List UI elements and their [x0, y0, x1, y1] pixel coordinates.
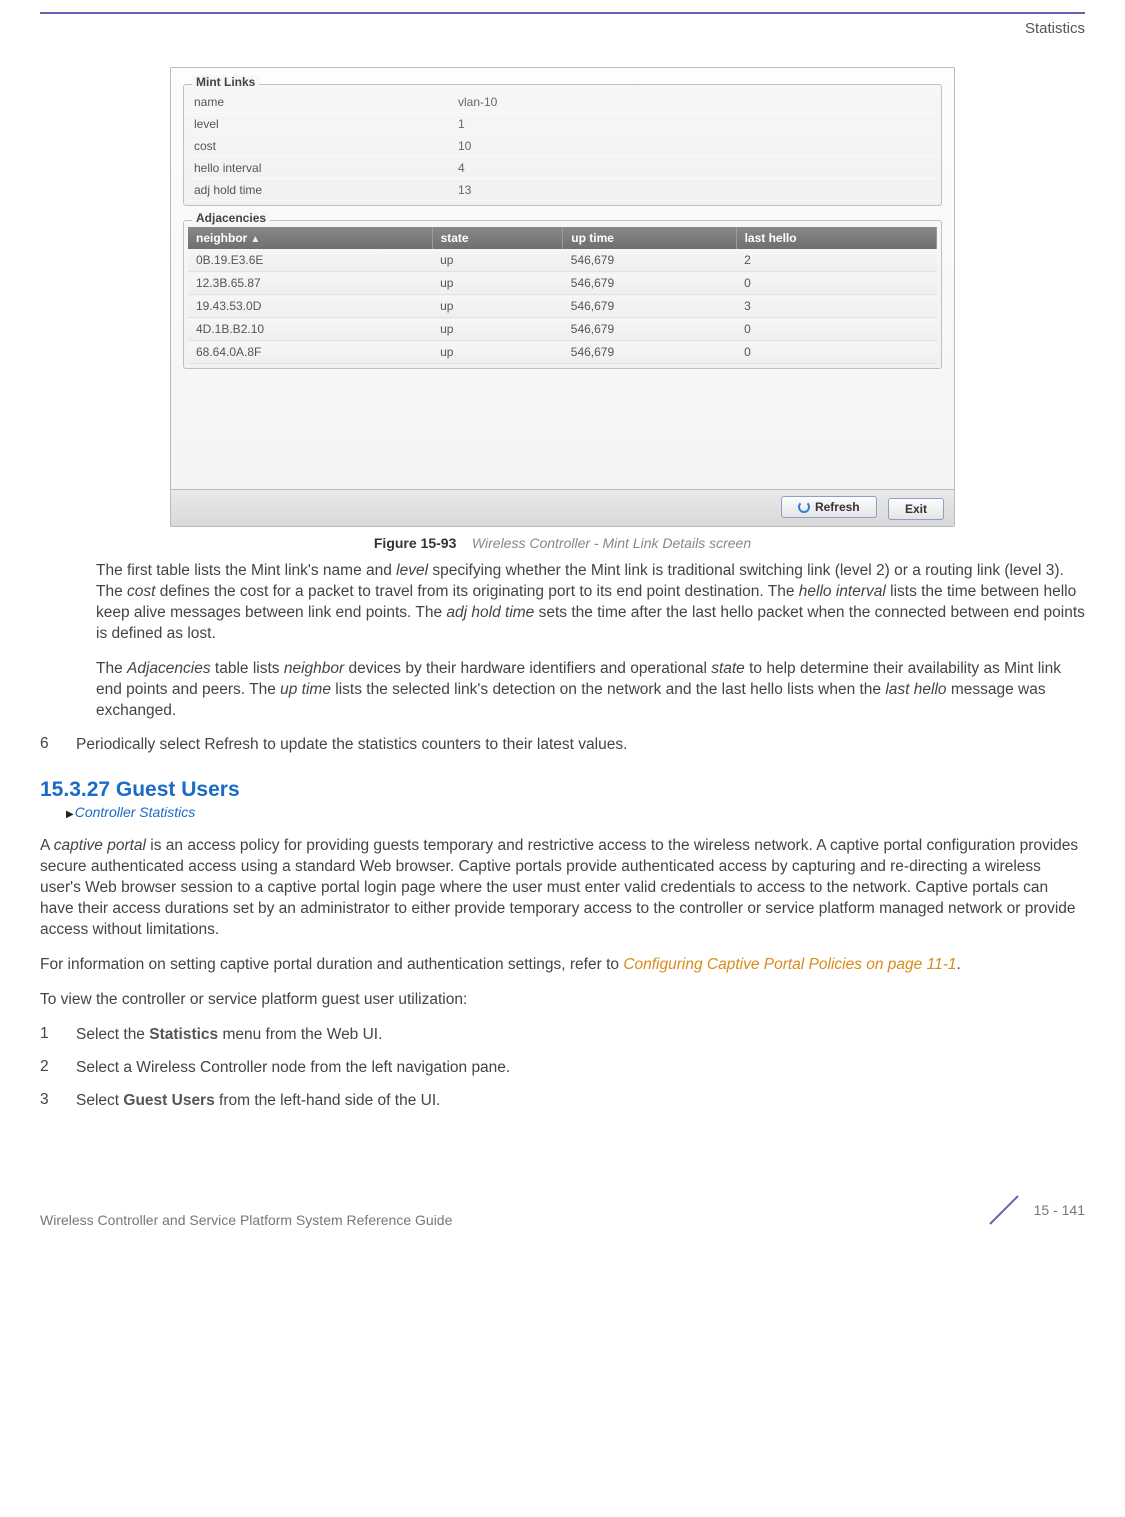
- cell-uptime: 546,679: [563, 341, 736, 364]
- refresh-button-label: Refresh: [815, 500, 860, 514]
- cell-lasthello: 2: [736, 249, 936, 272]
- mint-row: namevlan-10: [188, 91, 937, 113]
- breadcrumb-link[interactable]: ▶Controller Statistics: [66, 804, 1085, 820]
- col-state[interactable]: state: [432, 227, 563, 249]
- mint-row: cost10: [188, 135, 937, 157]
- step-3: 3 Select Guest Users from the left-hand …: [40, 1091, 1085, 1112]
- breadcrumb-text: Controller Statistics: [75, 804, 196, 820]
- table-row[interactable]: 4D.1B.B2.10up546,6790: [188, 318, 937, 341]
- mint-row-value: 10: [458, 139, 937, 153]
- mint-links-fieldset: Mint Links namevlan-10 level1 cost10 hel…: [183, 84, 942, 206]
- table-row[interactable]: 19.43.53.0Dup546,6793: [188, 295, 937, 318]
- mint-row-label: adj hold time: [188, 183, 458, 197]
- step-6: 6 Periodically select Refresh to update …: [40, 735, 1085, 756]
- figure-caption: Figure 15-93 Wireless Controller - Mint …: [40, 535, 1085, 551]
- cell-uptime: 546,679: [563, 249, 736, 272]
- step-2: 2 Select a Wireless Controller node from…: [40, 1058, 1085, 1079]
- step-text: Periodically select Refresh to update th…: [76, 735, 1085, 756]
- mint-row: adj hold time13: [188, 179, 937, 201]
- refresh-button[interactable]: Refresh: [781, 496, 877, 518]
- sort-asc-icon: ▲: [250, 234, 260, 245]
- button-bar: Refresh Exit: [171, 489, 954, 526]
- col-uptime-label: up time: [571, 231, 614, 245]
- paragraph-mint-first-table: The first table lists the Mint link's na…: [96, 561, 1085, 645]
- step-text: Select the Statistics menu from the Web …: [76, 1025, 1085, 1046]
- table-row[interactable]: 12.3B.65.87up546,6790: [188, 272, 937, 295]
- cell-state: up: [432, 341, 563, 364]
- mint-row-value: vlan-10: [458, 95, 937, 109]
- mint-row-label: cost: [188, 139, 458, 153]
- cell-state: up: [432, 295, 563, 318]
- exit-button[interactable]: Exit: [888, 498, 944, 520]
- screenshot-panel: Mint Links namevlan-10 level1 cost10 hel…: [170, 67, 955, 527]
- footer-slash-icon: [984, 1192, 1024, 1228]
- mint-row-value: 1: [458, 117, 937, 131]
- cell-state: up: [432, 318, 563, 341]
- col-state-label: state: [441, 231, 469, 245]
- cell-neighbor: 68.64.0A.8F: [188, 341, 432, 364]
- cell-state: up: [432, 272, 563, 295]
- cell-neighbor: 12.3B.65.87: [188, 272, 432, 295]
- exit-button-label: Exit: [905, 502, 927, 516]
- mint-row: hello interval4: [188, 157, 937, 179]
- table-row[interactable]: 68.64.0A.8Fup546,6790: [188, 341, 937, 364]
- adjacencies-table: neighbor▲ state up time last hello 0B.19…: [188, 227, 937, 364]
- cell-lasthello: 0: [736, 318, 936, 341]
- mint-row-label: hello interval: [188, 161, 458, 175]
- breadcrumb-arrow-icon: ▶: [66, 809, 74, 820]
- cell-neighbor: 19.43.53.0D: [188, 295, 432, 318]
- footer-page-number: 15 - 141: [1034, 1202, 1085, 1218]
- cell-neighbor: 4D.1B.B2.10: [188, 318, 432, 341]
- cell-lasthello: 0: [736, 341, 936, 364]
- mint-row-value: 4: [458, 161, 937, 175]
- footer-page-block: 15 - 141: [984, 1192, 1085, 1228]
- step-number: 2: [40, 1058, 58, 1079]
- cell-uptime: 546,679: [563, 272, 736, 295]
- paragraph-to-view: To view the controller or service platfo…: [40, 990, 1085, 1011]
- figure-label: Figure 15-93: [374, 535, 456, 551]
- col-neighbor[interactable]: neighbor▲: [188, 227, 432, 249]
- cell-lasthello: 0: [736, 272, 936, 295]
- step-number: 1: [40, 1025, 58, 1046]
- step-number: 6: [40, 735, 58, 756]
- cell-uptime: 546,679: [563, 295, 736, 318]
- cell-neighbor: 0B.19.E3.6E: [188, 249, 432, 272]
- adjacencies-legend: Adjacencies: [192, 211, 270, 225]
- col-lasthello-label: last hello: [745, 231, 797, 245]
- mint-row: level1: [188, 113, 937, 135]
- mint-row-value: 13: [458, 183, 937, 197]
- cell-state: up: [432, 249, 563, 272]
- link-configuring-captive-portal[interactable]: Configuring Captive Portal Policies on p…: [623, 956, 956, 973]
- step-text: Select a Wireless Controller node from t…: [76, 1058, 1085, 1079]
- figure-text: Wireless Controller - Mint Link Details …: [472, 535, 751, 551]
- step-text: Select Guest Users from the left-hand si…: [76, 1091, 1085, 1112]
- mint-row-label: name: [188, 95, 458, 109]
- refresh-icon: [798, 501, 810, 513]
- page-footer: Wireless Controller and Service Platform…: [40, 1192, 1085, 1228]
- paragraph-cp-link: For information on setting captive porta…: [40, 955, 1085, 976]
- mint-links-legend: Mint Links: [192, 75, 259, 89]
- col-neighbor-label: neighbor: [196, 231, 247, 245]
- mint-row-label: level: [188, 117, 458, 131]
- section-heading-guest-users: 15.3.27 Guest Users: [40, 778, 1085, 802]
- table-row[interactable]: 0B.19.E3.6Eup546,6792: [188, 249, 937, 272]
- adjacencies-fieldset: Adjacencies neighbor▲ state up time last…: [183, 220, 942, 369]
- paragraph-adjacencies: The Adjacencies table lists neighbor dev…: [96, 659, 1085, 722]
- header-section-name: Statistics: [0, 14, 1125, 37]
- step-number: 3: [40, 1091, 58, 1112]
- paragraph-captive-portal: A captive portal is an access policy for…: [40, 836, 1085, 941]
- col-lasthello[interactable]: last hello: [736, 227, 936, 249]
- cell-lasthello: 3: [736, 295, 936, 318]
- step-1: 1 Select the Statistics menu from the We…: [40, 1025, 1085, 1046]
- col-uptime[interactable]: up time: [563, 227, 736, 249]
- cell-uptime: 546,679: [563, 318, 736, 341]
- footer-guide-title: Wireless Controller and Service Platform…: [40, 1212, 452, 1228]
